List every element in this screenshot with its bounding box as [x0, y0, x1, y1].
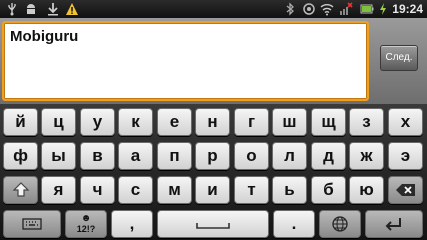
- emoticon-icon: ☻: [80, 213, 92, 224]
- no-signal-icon: [340, 2, 353, 15]
- next-button[interactable]: След.: [380, 45, 418, 71]
- key-row2-11[interactable]: э: [388, 142, 423, 170]
- backspace-key[interactable]: [388, 176, 423, 204]
- charging-icon: [380, 3, 386, 15]
- backspace-icon: [395, 184, 415, 196]
- status-bar: 19:24: [0, 0, 427, 18]
- usb-icon: [8, 3, 16, 16]
- key-row1-11[interactable]: х: [388, 108, 423, 136]
- android-debug-icon: [27, 4, 35, 14]
- key-row2-4[interactable]: а: [118, 142, 153, 170]
- input-area: Mobiguru След.: [0, 18, 427, 104]
- key-row1-1[interactable]: й: [3, 108, 38, 136]
- warning-icon: [66, 3, 78, 15]
- key-row1-5[interactable]: е: [157, 108, 192, 136]
- key-row1-8[interactable]: ш: [272, 108, 307, 136]
- key-row2-6[interactable]: р: [195, 142, 230, 170]
- key-row2-7[interactable]: о: [234, 142, 269, 170]
- key-row2-9[interactable]: д: [311, 142, 346, 170]
- key-row2-3[interactable]: в: [80, 142, 115, 170]
- keyboard-settings-key[interactable]: [3, 210, 61, 238]
- shift-key[interactable]: [3, 176, 38, 204]
- bluetooth-icon: [286, 2, 294, 16]
- key-row3-3[interactable]: с: [118, 176, 153, 204]
- key-row1-10[interactable]: з: [349, 108, 384, 136]
- key-row3-2[interactable]: ч: [80, 176, 115, 204]
- key-row1-2[interactable]: ц: [41, 108, 76, 136]
- comma-key[interactable]: ,: [111, 210, 153, 238]
- symbols-key[interactable]: ☻ 12!?: [65, 210, 107, 238]
- key-row3-8[interactable]: б: [311, 176, 346, 204]
- text-input-value: Mobiguru: [10, 28, 79, 45]
- key-row1-6[interactable]: н: [195, 108, 230, 136]
- globe-icon: [332, 216, 348, 232]
- key-row3-5[interactable]: и: [195, 176, 230, 204]
- key-row3-1[interactable]: я: [41, 176, 76, 204]
- key-row2-8[interactable]: л: [272, 142, 307, 170]
- key-row1-9[interactable]: щ: [311, 108, 346, 136]
- key-row3-7[interactable]: ь: [272, 176, 307, 204]
- text-input[interactable]: Mobiguru: [2, 21, 369, 101]
- key-row3-4[interactable]: м: [157, 176, 192, 204]
- keyboard-icon: [22, 218, 42, 230]
- key-row3-9[interactable]: ю: [349, 176, 384, 204]
- key-row2-5[interactable]: п: [157, 142, 192, 170]
- space-bar-icon: [196, 223, 230, 229]
- wifi-icon: [320, 4, 334, 16]
- battery-icon: [360, 4, 374, 14]
- download-icon: [48, 3, 58, 16]
- language-key[interactable]: [319, 210, 361, 238]
- key-row1-4[interactable]: к: [118, 108, 153, 136]
- period-key[interactable]: .: [273, 210, 315, 238]
- key-row2-2[interactable]: ы: [41, 142, 76, 170]
- enter-arrow-icon: [385, 218, 401, 231]
- shift-arrow-icon: [12, 182, 29, 197]
- key-row1-3[interactable]: у: [80, 108, 115, 136]
- space-key[interactable]: [157, 210, 269, 238]
- key-row3-6[interactable]: т: [234, 176, 269, 204]
- key-row2-1[interactable]: ф: [3, 142, 38, 170]
- clock: 19:24: [392, 2, 423, 16]
- symbols-label: 12!?: [76, 224, 96, 234]
- key-row2-10[interactable]: ж: [349, 142, 384, 170]
- sync-icon: [303, 3, 315, 15]
- key-row1-7[interactable]: г: [234, 108, 269, 136]
- on-screen-keyboard: й ц у к е н г ш щ з х ф ы в а п р о л д …: [0, 104, 427, 240]
- enter-key[interactable]: [365, 210, 423, 238]
